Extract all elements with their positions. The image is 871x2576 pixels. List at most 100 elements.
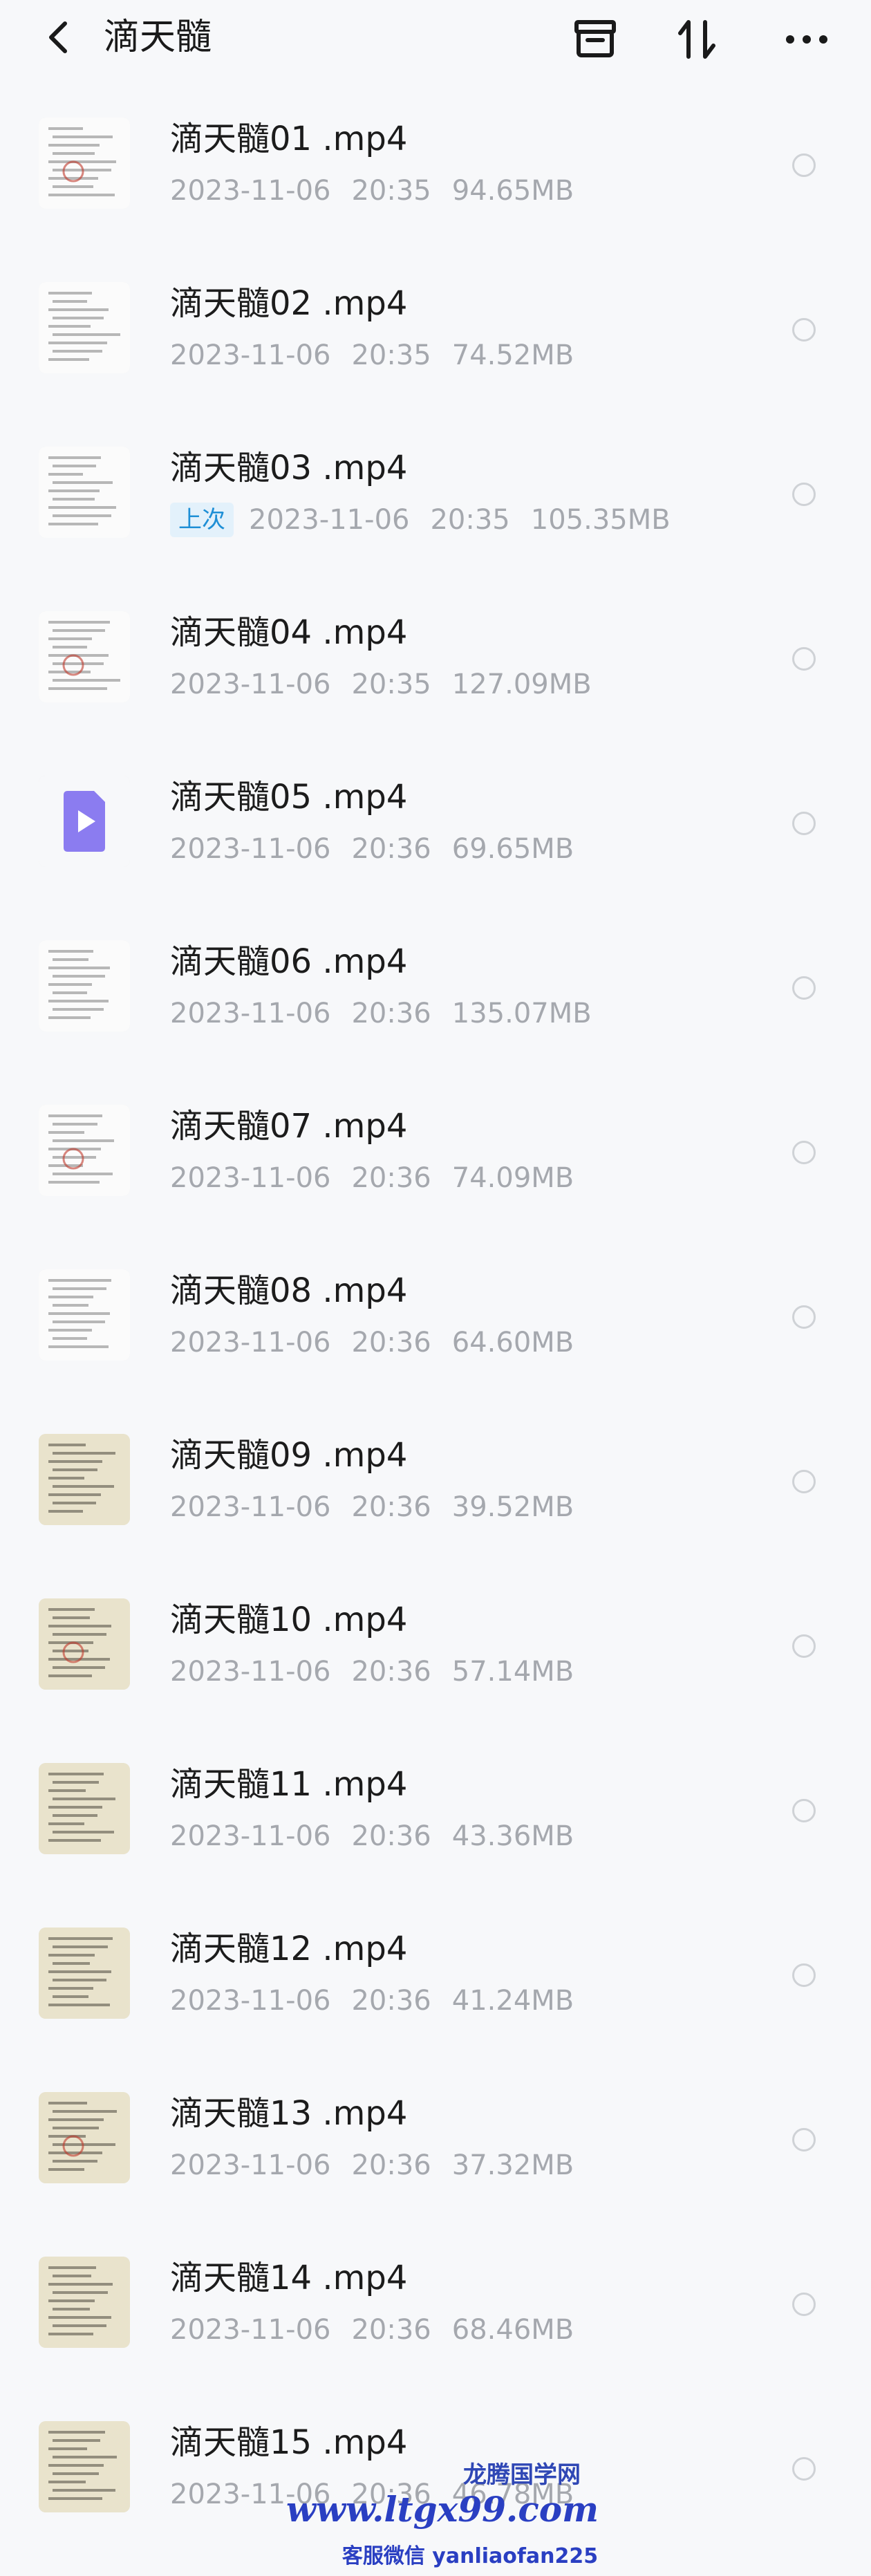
video-thumbnail <box>39 611 130 702</box>
video-thumbnail <box>39 118 130 209</box>
file-name: 滴天髓10 .mp4 <box>170 1600 408 1639</box>
file-name: 滴天髓03 .mp4 <box>170 449 408 487</box>
file-meta: 2023-11-06 20:36 68.46MB <box>170 2311 574 2349</box>
back-arrow-icon[interactable] <box>39 17 80 58</box>
video-thumbnail <box>39 1434 130 1525</box>
file-time: 20:35 <box>351 175 431 207</box>
file-size: 135.07MB <box>451 998 592 1029</box>
file-list: 滴天髓01 .mp4 2023-11-06 20:35 94.65MB 滴天髓02 .m… <box>0 84 871 2552</box>
file-time: 20:36 <box>351 998 431 1029</box>
video-thumbnail <box>39 1763 130 1854</box>
select-radio[interactable] <box>792 1470 816 1493</box>
file-row[interactable]: 滴天髓04 .mp4 2023-11-06 20:35 127.09MB <box>0 578 871 743</box>
file-name: 滴天髓06 .mp4 <box>170 942 408 981</box>
file-time: 20:36 <box>351 1985 431 2017</box>
select-radio[interactable] <box>792 1799 816 1822</box>
file-name: 滴天髓12 .mp4 <box>170 1930 408 1968</box>
archive-box-icon[interactable] <box>570 14 621 65</box>
file-name: 滴天髓02 .mp4 <box>170 284 408 323</box>
last-played-badge: 上次 <box>170 503 234 537</box>
file-date: 2023-11-06 <box>170 175 331 207</box>
file-row[interactable]: 滴天髓03 .mp4 上次 2023-11-06 20:35 105.35MB <box>0 413 871 578</box>
select-radio[interactable] <box>792 647 816 671</box>
select-radio[interactable] <box>792 1634 816 1658</box>
file-name: 滴天髓08 .mp4 <box>170 1271 408 1310</box>
file-date: 2023-11-06 <box>170 998 331 1029</box>
file-row[interactable]: 滴天髓11 .mp4 2023-11-06 20:36 43.36MB <box>0 1730 871 1894</box>
file-size: 57.14MB <box>451 1656 574 1688</box>
video-thumbnail <box>39 1105 130 1196</box>
file-time: 20:35 <box>351 339 431 371</box>
file-date: 2023-11-06 <box>170 1820 331 1852</box>
select-radio[interactable] <box>792 1963 816 1987</box>
file-date: 2023-11-06 <box>170 669 331 700</box>
select-radio[interactable] <box>792 318 816 342</box>
file-meta: 2023-11-06 20:35 127.09MB <box>170 665 592 704</box>
top-bar: 滴天髓 <box>0 0 871 76</box>
file-time: 20:35 <box>430 504 510 536</box>
file-time: 20:36 <box>351 833 431 865</box>
video-thumbnail <box>39 282 130 373</box>
file-time: 20:36 <box>351 2314 431 2346</box>
file-time: 20:36 <box>351 2149 431 2181</box>
file-meta: 2023-11-06 20:36 69.65MB <box>170 830 574 868</box>
select-radio[interactable] <box>792 812 816 835</box>
video-thumbnail <box>39 1598 130 1690</box>
file-meta: 2023-11-06 20:36 135.07MB <box>170 994 592 1033</box>
watermark-contact: 客服微信 yanliaofan225 <box>341 2544 599 2568</box>
file-name: 滴天髓01 .mp4 <box>170 120 408 158</box>
select-radio[interactable] <box>792 2293 816 2316</box>
select-radio[interactable] <box>792 1141 816 1164</box>
select-radio[interactable] <box>792 2128 816 2152</box>
file-meta: 2023-11-06 20:35 94.65MB <box>170 171 574 210</box>
select-radio[interactable] <box>792 1305 816 1329</box>
file-date: 2023-11-06 <box>170 339 331 371</box>
file-size: 43.36MB <box>451 1820 574 1852</box>
file-size: 74.09MB <box>451 1162 574 1194</box>
file-name: 滴天髓11 .mp4 <box>170 1765 408 1804</box>
video-file-icon <box>39 776 130 867</box>
file-row[interactable]: 滴天髓05 .mp4 2023-11-06 20:36 69.65MB <box>0 743 871 907</box>
file-time: 20:36 <box>351 1656 431 1688</box>
file-meta: 2023-11-06 20:36 39.52MB <box>170 1488 574 1527</box>
file-size: 39.52MB <box>451 1491 574 1523</box>
sort-icon[interactable] <box>672 14 723 65</box>
file-time: 20:36 <box>351 1162 431 1194</box>
file-row[interactable]: 滴天髓08 .mp4 2023-11-06 20:36 64.60MB <box>0 1236 871 1401</box>
file-row[interactable]: 滴天髓12 .mp4 2023-11-06 20:36 41.24MB <box>0 1894 871 2059</box>
file-size: 68.46MB <box>451 2314 574 2346</box>
file-meta: 上次 2023-11-06 20:35 105.35MB <box>170 501 671 539</box>
video-thumbnail <box>39 2092 130 2183</box>
file-row[interactable]: 滴天髓06 .mp4 2023-11-06 20:36 135.07MB <box>0 907 871 1072</box>
file-row[interactable]: 滴天髓10 .mp4 2023-11-06 20:36 57.14MB <box>0 1565 871 1730</box>
file-row[interactable]: 滴天髓13 .mp4 2023-11-06 20:36 37.32MB <box>0 2059 871 2223</box>
file-date: 2023-11-06 <box>170 833 331 865</box>
file-date: 2023-11-06 <box>170 1491 331 1523</box>
file-size: 41.24MB <box>451 1985 574 2017</box>
select-radio[interactable] <box>792 153 816 177</box>
watermark-url: www.ltgx99.com <box>285 2489 599 2530</box>
more-icon[interactable] <box>781 14 832 65</box>
file-row[interactable]: 滴天髓02 .mp4 2023-11-06 20:35 74.52MB <box>0 249 871 413</box>
file-size: 37.32MB <box>451 2149 574 2181</box>
select-radio[interactable] <box>792 976 816 1000</box>
file-row[interactable]: 滴天髓07 .mp4 2023-11-06 20:36 74.09MB <box>0 1072 871 1236</box>
file-row[interactable]: 滴天髓14 .mp4 2023-11-06 20:36 68.46MB <box>0 2223 871 2388</box>
file-meta: 2023-11-06 20:36 57.14MB <box>170 1652 574 1691</box>
file-size: 69.65MB <box>451 833 574 865</box>
file-row[interactable]: 滴天髓09 .mp4 2023-11-06 20:36 39.52MB <box>0 1401 871 1565</box>
select-radio[interactable] <box>792 483 816 506</box>
file-size: 94.65MB <box>451 175 574 207</box>
file-meta: 2023-11-06 20:36 74.09MB <box>170 1159 574 1197</box>
file-date: 2023-11-06 <box>170 1162 331 1194</box>
file-name: 滴天髓13 .mp4 <box>170 2094 408 2133</box>
file-date: 2023-11-06 <box>170 1656 331 1688</box>
video-thumbnail <box>39 1269 130 1361</box>
file-time: 20:36 <box>351 1491 431 1523</box>
file-meta: 2023-11-06 20:36 43.36MB <box>170 1817 574 1856</box>
file-time: 20:35 <box>351 669 431 700</box>
file-row[interactable]: 滴天髓01 .mp4 2023-11-06 20:35 94.65MB <box>0 84 871 249</box>
video-thumbnail <box>39 940 130 1032</box>
file-name: 滴天髓07 .mp4 <box>170 1107 408 1146</box>
file-name: 滴天髓14 .mp4 <box>170 2259 408 2297</box>
